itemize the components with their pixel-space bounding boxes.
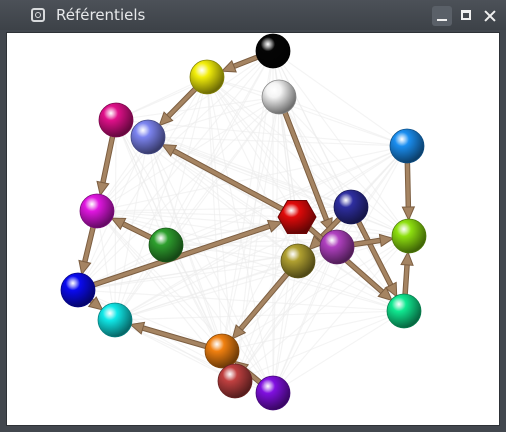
app-window-icon[interactable] — [31, 8, 45, 22]
maximize-button[interactable] — [456, 6, 476, 26]
edge-green-to-violet — [110, 217, 156, 242]
node-magenta[interactable] — [98, 102, 134, 138]
edge-spring-green-to-lime — [400, 250, 414, 299]
node-green[interactable] — [148, 227, 184, 263]
node-brick[interactable] — [217, 363, 253, 399]
node-yellow[interactable] — [189, 59, 225, 95]
node-sky-blue[interactable] — [389, 128, 425, 164]
node-black[interactable] — [255, 33, 291, 69]
node-spring-green[interactable] — [386, 293, 422, 329]
node-olive[interactable] — [280, 243, 316, 279]
window: Référentiels — [0, 0, 506, 432]
node-blue[interactable] — [60, 272, 96, 308]
node-white[interactable] — [261, 79, 297, 115]
window-title: Référentiels — [56, 6, 146, 24]
graph-edges — [78, 53, 416, 387]
node-navy[interactable] — [333, 189, 369, 225]
graph-canvas[interactable] — [6, 32, 500, 426]
title-bar[interactable]: Référentiels — [0, 0, 506, 30]
edge-magenta-to-violet — [96, 131, 116, 197]
node-orange[interactable] — [204, 333, 240, 369]
edge-sky-blue-to-lime — [401, 158, 416, 222]
background-edge — [272, 310, 405, 394]
node-cyan[interactable] — [97, 302, 133, 338]
node-deep-violet[interactable] — [255, 375, 291, 411]
background-edge — [114, 310, 405, 321]
graph-view[interactable] — [7, 33, 500, 426]
background-edge — [278, 96, 408, 147]
node-periwinkle[interactable] — [130, 119, 166, 155]
node-purple[interactable] — [319, 229, 355, 265]
node-lime[interactable] — [391, 218, 427, 254]
close-button[interactable] — [480, 6, 500, 26]
minimize-button[interactable] — [432, 6, 452, 26]
node-violet[interactable] — [79, 193, 115, 229]
